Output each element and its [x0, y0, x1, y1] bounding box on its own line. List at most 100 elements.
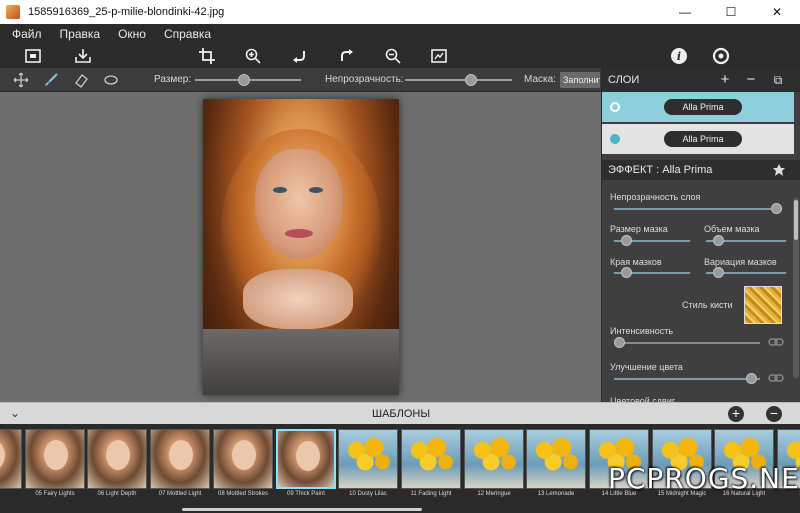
template-label: Light [0, 491, 24, 498]
close-button[interactable]: ✕ [754, 0, 800, 24]
menu-help[interactable]: Справка [164, 27, 211, 41]
strip-scrollbar[interactable] [182, 508, 422, 511]
intensity-slider[interactable] [614, 337, 760, 348]
slider-thumb[interactable] [614, 337, 625, 348]
undo-icon[interactable] [288, 46, 310, 66]
template-thumbnail[interactable] [25, 429, 85, 489]
templates-bar: ⌄ ШАБЛОНЫ + − [0, 402, 800, 424]
menu-bar: Файл Правка Окно Справка [0, 24, 800, 44]
opacity-label: Непрозрачность: [325, 74, 404, 85]
templates-title: ШАБЛОНЫ [372, 408, 431, 420]
svg-text:i: i [677, 50, 681, 63]
eraser-tool-icon[interactable] [72, 71, 90, 89]
settings-icon[interactable] [710, 46, 732, 66]
main-toolbar: i [0, 44, 800, 68]
template-thumbnail[interactable] [401, 429, 461, 489]
fit-screen-icon[interactable] [22, 46, 44, 66]
remove-layer-button[interactable]: − [742, 71, 760, 89]
layer-visibility-icon[interactable] [610, 134, 620, 144]
menu-file[interactable]: Файл [12, 27, 42, 41]
mask-edges-slider[interactable] [614, 267, 690, 278]
slider-thumb[interactable] [771, 203, 782, 214]
opacity-slider[interactable] [405, 74, 512, 86]
template-label: 13 Lemonade [537, 491, 575, 497]
menu-window[interactable]: Окно [118, 27, 146, 41]
slider-thumb[interactable] [713, 267, 724, 278]
layer-name: Alla Prima [664, 99, 742, 115]
template-label: 07 Mottled Light [158, 491, 202, 497]
minimize-button[interactable]: — [662, 0, 708, 24]
lasso-tool-icon[interactable] [102, 71, 120, 89]
template-thumbnail[interactable] [0, 429, 22, 489]
mask-volume-slider[interactable] [706, 235, 786, 246]
mask-variation-slider[interactable] [706, 267, 786, 278]
move-tool-icon[interactable] [12, 71, 30, 89]
duplicate-layer-button[interactable]: ⧉ [769, 71, 787, 89]
template-label: 08 Mottled Strokes [217, 491, 269, 497]
redo-icon[interactable] [336, 46, 358, 66]
edited-photo [203, 99, 399, 395]
layers-panel: СЛОИ + − ⧉ Alla Prima Alla Prima ЭФФЕКТ … [601, 68, 800, 406]
template-thumbnail[interactable] [338, 429, 398, 489]
template-label: 05 Fairy Lights [35, 491, 75, 497]
template-thumbnail[interactable] [276, 429, 336, 489]
mask-variation-label: Вариация мазков [704, 257, 777, 267]
brush-style-swatch[interactable] [744, 286, 782, 324]
slider-thumb[interactable] [713, 235, 724, 246]
template-label: 06 Light Depth [97, 491, 137, 497]
watermark: PCPROGS.NET [608, 462, 800, 495]
mask-label: Маска: [524, 74, 556, 85]
menu-edit[interactable]: Правка [60, 27, 101, 41]
slider-thumb[interactable] [746, 373, 757, 384]
crop-icon[interactable] [196, 46, 218, 66]
layer-row-1[interactable]: Alla Prima [602, 92, 794, 122]
template-thumbnail[interactable] [464, 429, 524, 489]
brush-tool-icon[interactable] [42, 71, 60, 89]
zoom-out-icon[interactable] [382, 46, 404, 66]
info-icon[interactable]: i [668, 46, 690, 66]
app-icon [6, 5, 20, 19]
intensity-label: Интенсивность [610, 326, 674, 336]
opacity-slider-thumb[interactable] [465, 74, 477, 86]
template-thumbnail[interactable] [213, 429, 273, 489]
size-slider[interactable] [195, 74, 301, 86]
template-thumbnail[interactable] [87, 429, 147, 489]
layer-visibility-icon[interactable] [610, 102, 620, 112]
maximize-button[interactable]: ☐ [708, 0, 754, 24]
mask-size-label: Размер мазка [610, 224, 668, 234]
layer-opacity-label: Непрозрачность слоя [610, 192, 701, 202]
link-icon[interactable] [768, 373, 784, 383]
collapse-chevron-icon[interactable]: ⌄ [10, 406, 20, 420]
mask-mode-select[interactable]: Заполнить [560, 72, 600, 88]
zoom-in-icon[interactable] [242, 46, 264, 66]
remove-template-button[interactable]: − [766, 406, 782, 422]
slider-thumb[interactable] [621, 235, 632, 246]
slider-thumb[interactable] [621, 267, 632, 278]
color-improve-slider[interactable] [614, 373, 760, 384]
mask-size-slider[interactable] [614, 235, 690, 246]
add-layer-button[interactable]: + [716, 71, 734, 89]
effect-title: ЭФФЕКТ : Alla Prima [608, 164, 713, 176]
panel-scrollbar[interactable] [793, 198, 799, 378]
effect-favorite-icon[interactable] [772, 163, 786, 177]
color-improve-label: Улучшение цвета [610, 362, 683, 372]
layer-opacity-slider[interactable] [614, 203, 782, 214]
scrollbar-thumb[interactable] [794, 200, 798, 240]
export-icon[interactable] [72, 46, 94, 66]
preview-icon[interactable] [428, 46, 450, 66]
add-template-button[interactable]: + [728, 406, 744, 422]
link-icon[interactable] [768, 337, 784, 347]
layers-header: СЛОИ + − ⧉ [602, 68, 800, 92]
image-canvas[interactable] [0, 92, 601, 402]
size-slider-thumb[interactable] [238, 74, 250, 86]
window-title: 1585916369_25-p-milie-blondinki-42.jpg [28, 6, 225, 18]
layers-title: СЛОИ [608, 74, 640, 86]
effect-header: ЭФФЕКТ : Alla Prima [602, 160, 800, 180]
template-label: 09 Thick Paint [287, 491, 325, 497]
template-thumbnail[interactable] [526, 429, 586, 489]
template-thumbnail[interactable] [150, 429, 210, 489]
template-label: 12 Meringue [477, 491, 511, 497]
brush-style-label: Стиль кисти [682, 300, 733, 310]
layer-name: Alla Prima [664, 131, 742, 147]
layer-row-2[interactable]: Alla Prima [602, 124, 794, 154]
